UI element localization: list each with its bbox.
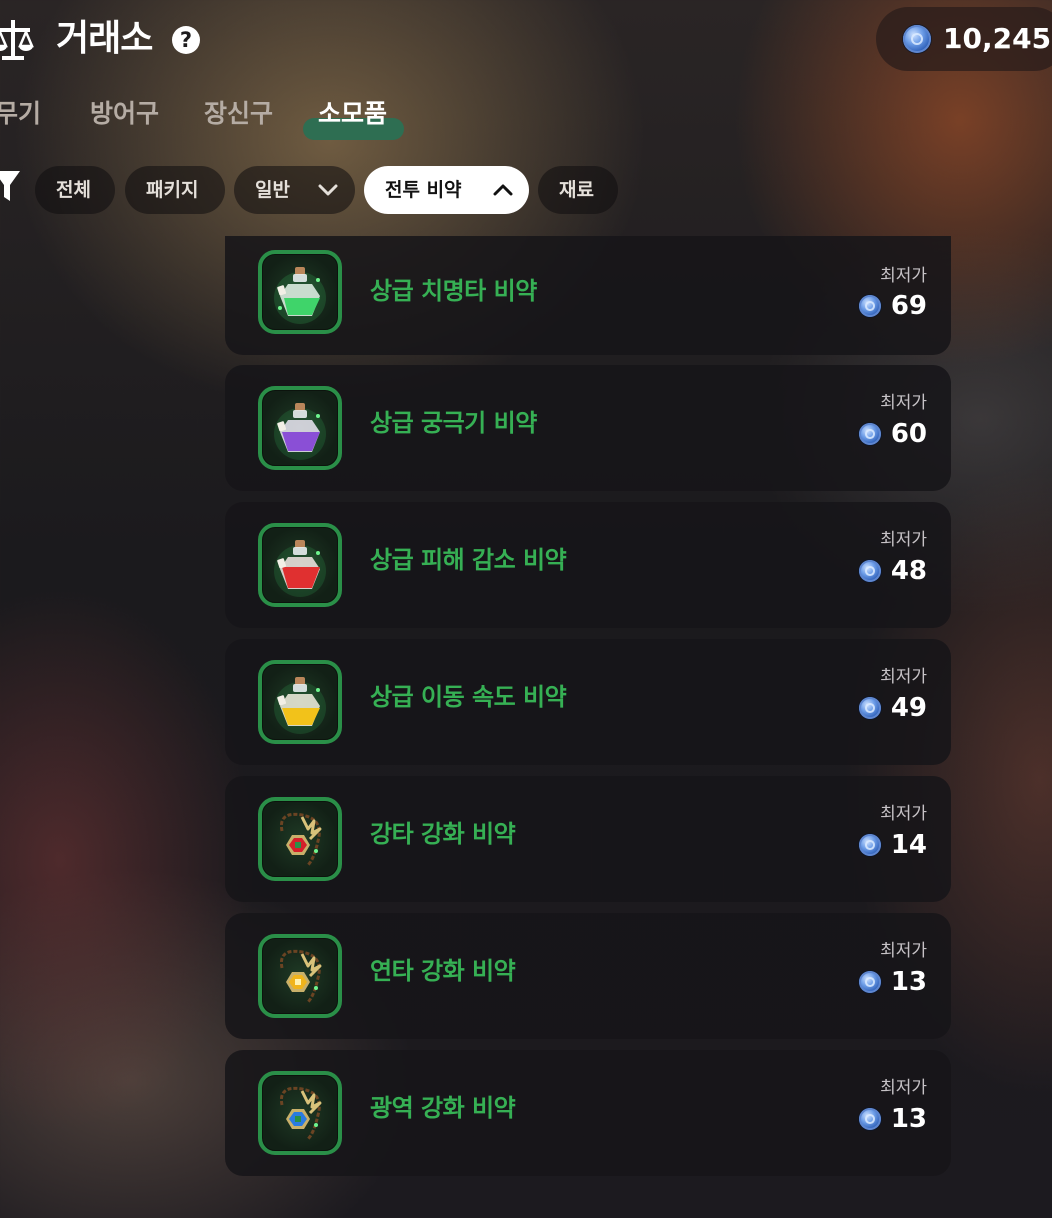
item-name: 강타 강화 비약 <box>370 820 516 848</box>
item-icon-frame <box>258 1071 342 1155</box>
list-item[interactable]: 상급 피해 감소 비약 최저가 48 <box>225 502 951 628</box>
chevron-down-icon <box>318 184 338 196</box>
price-row: 48 <box>858 554 927 588</box>
item-icon-frame <box>258 797 342 881</box>
red-gem-charm-icon <box>279 812 322 867</box>
list-item[interactable]: 상급 궁극기 비약 최저가 60 <box>225 365 951 491</box>
tab-accessories[interactable]: 장신구 <box>204 96 273 132</box>
price-row: 13 <box>858 965 927 999</box>
currency-display[interactable]: 10,245 <box>876 7 1052 71</box>
filter-icon[interactable] <box>0 171 20 203</box>
price-label: 최저가 <box>880 1078 927 1098</box>
item-name: 광역 강화 비약 <box>370 1094 516 1122</box>
blue-gem-charm-icon <box>279 1086 322 1141</box>
price-label: 최저가 <box>880 941 927 961</box>
green-potion-icon <box>274 267 326 324</box>
red-potion-icon <box>274 540 326 597</box>
item-name: 상급 궁극기 비약 <box>370 409 537 437</box>
blue-coin-icon <box>858 295 881 317</box>
price-value: 48 <box>890 556 927 586</box>
filter-chip-general[interactable]: 일반 <box>234 166 355 214</box>
tab-armor[interactable]: 방어구 <box>90 96 159 132</box>
page-title: 거래소 <box>56 18 153 59</box>
price-label: 최저가 <box>880 667 927 687</box>
filter-chip-label: 재료 <box>559 179 594 201</box>
tab-weapons[interactable]: 무기 <box>0 96 41 132</box>
list-item[interactable]: 상급 이동 속도 비약 최저가 49 <box>225 639 951 765</box>
price-value: 13 <box>890 967 927 997</box>
blue-coin-icon <box>858 697 881 719</box>
price-value: 69 <box>890 291 927 321</box>
currency-amount: 10,245 <box>943 22 1052 55</box>
yellow-potion-icon <box>274 677 326 734</box>
price-row: 13 <box>858 1102 927 1136</box>
chevron-up-icon <box>493 184 513 196</box>
filter-chip-label: 전투 비약 <box>385 179 462 201</box>
filter-chip-material[interactable]: 재료 <box>538 166 618 214</box>
price-label: 최저가 <box>880 804 927 824</box>
tab-consumables[interactable]: 소모품 <box>318 96 387 132</box>
yellow-gem-charm-icon <box>279 949 322 1004</box>
price-value: 13 <box>890 1104 927 1134</box>
list-item[interactable]: 광역 강화 비약 최저가 13 <box>225 1050 951 1176</box>
price-label: 최저가 <box>880 393 927 413</box>
item-icon-frame <box>258 934 342 1018</box>
filter-chip-label: 전체 <box>56 179 91 201</box>
item-icon-frame <box>258 386 342 470</box>
purple-potion-icon <box>274 403 326 460</box>
price-label: 최저가 <box>880 266 927 286</box>
item-icon-frame <box>258 523 342 607</box>
blue-coin-icon <box>858 834 881 856</box>
blue-coin-icon <box>903 25 931 53</box>
price-row: 69 <box>858 289 927 323</box>
price-row: 60 <box>858 417 927 451</box>
item-name: 연타 강화 비약 <box>370 957 516 985</box>
filter-chip-combat-potion[interactable]: 전투 비약 <box>364 166 529 214</box>
filter-chip-label: 일반 <box>255 179 290 201</box>
list-item[interactable]: 강타 강화 비약 최저가 14 <box>225 776 951 902</box>
price-label: 최저가 <box>880 530 927 550</box>
blue-coin-icon <box>858 971 881 993</box>
filter-chip-package[interactable]: 패키지 <box>125 166 225 214</box>
item-name: 상급 피해 감소 비약 <box>370 546 567 574</box>
item-name: 상급 치명타 비약 <box>370 277 537 305</box>
price-value: 49 <box>890 693 927 723</box>
list-item[interactable]: 상급 치명타 비약 최저가 69 <box>225 236 951 355</box>
price-value: 60 <box>890 419 927 449</box>
blue-coin-icon <box>858 423 881 445</box>
item-icon-frame <box>258 250 342 334</box>
price-row: 49 <box>858 691 927 725</box>
scale-logo-icon <box>0 18 34 62</box>
list-item[interactable]: 연타 강화 비약 최저가 13 <box>225 913 951 1039</box>
item-name: 상급 이동 속도 비약 <box>370 683 567 711</box>
blue-coin-icon <box>858 1108 881 1130</box>
price-value: 14 <box>890 830 927 860</box>
filter-chip-all[interactable]: 전체 <box>35 166 115 214</box>
filter-chip-label: 패키지 <box>146 179 199 201</box>
item-icon-frame <box>258 660 342 744</box>
help-icon[interactable]: ? <box>172 26 200 54</box>
price-row: 14 <box>858 828 927 862</box>
blue-coin-icon <box>858 560 881 582</box>
